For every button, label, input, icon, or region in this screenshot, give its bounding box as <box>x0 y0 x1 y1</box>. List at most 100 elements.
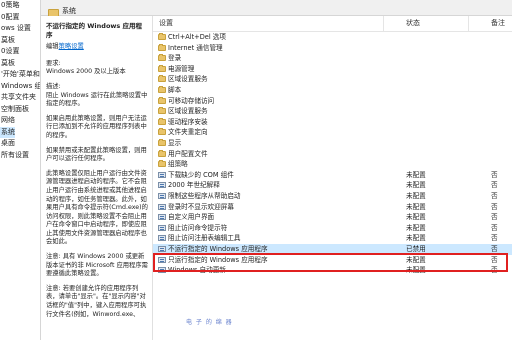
tree-item[interactable]: 网络 <box>0 115 15 126</box>
navigation-tree: 0策略 0配置 ows 设置 莫板 0设置 莫板 '开始'菜单和 Windows 组共享文件夹… <box>0 0 41 340</box>
table-row[interactable]: 限制这些程序从帮助启动 未配置 否 <box>153 191 512 202</box>
table-row[interactable]: 区域设置服务 <box>153 74 512 85</box>
description-label: 描述: <box>46 82 61 90</box>
table-row[interactable]: 不运行指定的 Windows 应用程序 已禁用 否 <box>153 244 512 255</box>
table-row[interactable]: Windows 自动更新 未配置 否 <box>153 265 512 276</box>
tree-item[interactable]: 共享文件夹 <box>0 92 36 103</box>
folder-icon <box>158 33 166 40</box>
note-2: 注意: 具有 Windows 2000 或更新版本证书的非 Microsoft … <box>46 253 148 278</box>
setting-state: 未配置 <box>406 192 426 200</box>
policy-icon <box>158 203 166 210</box>
tree-item[interactable]: 0设置 <box>0 46 19 57</box>
tree-item[interactable]: Windows 组 <box>0 81 40 92</box>
setting-name: Internet 通信管理 <box>168 43 223 52</box>
column-comment[interactable]: 备注 <box>491 19 505 28</box>
tree-item[interactable]: 0策略 <box>0 0 19 11</box>
table-row[interactable]: 可移动存储访问 <box>153 96 512 107</box>
tree-item[interactable]: '开始'菜单和 <box>0 69 40 80</box>
list-header: 设置 状态 备注 <box>153 16 512 32</box>
setting-state: 已禁用 <box>406 245 426 253</box>
policy-icon <box>158 182 166 189</box>
table-row[interactable]: 登录 <box>153 53 512 64</box>
setting-comment: 否 <box>491 181 498 190</box>
setting-name: 区域设置服务 <box>168 75 208 84</box>
setting-name: 自定义用户界面 <box>168 213 215 222</box>
column-state[interactable]: 状态 <box>406 19 420 28</box>
setting-state: 未配置 <box>406 213 426 222</box>
policy-icon <box>158 267 166 274</box>
tree-item[interactable]: 系统 <box>0 126 15 138</box>
table-row[interactable]: 区域设置服务 <box>153 106 512 117</box>
note-3: 注意: 若要创建允许的应用程序列表，请单击"显示"。在"显示内容"对话框的"值"… <box>46 284 147 318</box>
policy-icon <box>158 224 166 231</box>
setting-name: 限制这些程序从帮助启动 <box>168 192 241 200</box>
policy-icon <box>158 214 166 221</box>
description-block: 描述: 阻止 Windows 运行在此策略设置中指定的程序。 <box>46 83 148 109</box>
table-row[interactable]: 阻止访问命令提示符 未配置 否 <box>153 223 512 234</box>
setting-comment: 否 <box>491 234 498 243</box>
table-row[interactable]: 2000 年世纪解释 未配置 否 <box>153 180 512 191</box>
setting-name: 登录 <box>168 54 182 63</box>
setting-name: 2000 年世纪解释 <box>168 181 220 190</box>
column-setting[interactable]: 设置 <box>159 19 173 28</box>
tree-item[interactable]: 莫板 <box>0 35 15 46</box>
tab-system[interactable]: 系统 <box>62 7 76 16</box>
table-row[interactable]: 自定义用户界面 未配置 否 <box>153 212 512 223</box>
watermark: 电 子 的 绵 器 <box>186 319 233 326</box>
table-row[interactable]: 脚本 <box>153 85 512 96</box>
setting-comment: 否 <box>491 266 498 275</box>
folder-icon <box>158 54 166 62</box>
folder-icon <box>158 43 166 51</box>
table-row[interactable]: 登录时不显示欢迎屏幕 未配置 否 <box>153 202 512 213</box>
setting-name: 下载缺少的 COM 组件 <box>168 170 234 179</box>
policy-title: 不运行指定的 Windows 应用程序 <box>46 22 143 39</box>
note-1: 此策略设置仅阻止用户运行由文件资源管理器进程启动的程序。它不会阻止用户运行由系统… <box>46 169 148 246</box>
edit-policy-link[interactable]: 策略设置 <box>59 43 84 50</box>
setting-name: 可移动存储访问 <box>168 96 215 105</box>
setting-name: 显示 <box>168 139 182 147</box>
column-divider[interactable] <box>383 16 384 31</box>
table-row[interactable]: Internet 通信管理 <box>153 43 512 54</box>
requirement-block: 要求: Windows 2000 及以上版本 <box>46 60 148 77</box>
folder-icon <box>158 160 166 168</box>
table-row[interactable]: 文件夹重定向 <box>153 127 512 138</box>
folder-icon <box>158 86 166 93</box>
policy-icon <box>158 193 166 199</box>
setting-name: 登录时不显示欢迎屏幕 <box>168 202 234 211</box>
policy-icon <box>158 171 166 178</box>
setting-state: 未配置 <box>406 170 426 179</box>
requirement-value: Windows 2000 及以上版本 <box>46 68 126 76</box>
setting-comment: 否 <box>491 255 498 264</box>
table-row[interactable]: 显示 <box>153 138 512 149</box>
column-divider[interactable] <box>468 16 469 31</box>
setting-name: 只运行指定的 Windows 应用程序 <box>168 255 268 264</box>
setting-state: 未配置 <box>406 266 426 275</box>
policy-icon <box>158 235 166 242</box>
table-row[interactable]: Ctrl+Alt+Del 选项 <box>153 32 512 43</box>
tree-item[interactable]: 莫板 <box>0 58 15 69</box>
table-row[interactable]: 电源管理 <box>153 64 512 75</box>
setting-name: 阻止访问注册表编辑工具 <box>168 234 241 243</box>
policy-icon <box>158 256 166 263</box>
tree-item[interactable]: 0配置 <box>0 12 19 23</box>
table-row[interactable]: 组策略 <box>153 159 512 170</box>
setting-name: 脚本 <box>168 86 182 94</box>
folder-icon <box>158 107 166 115</box>
table-row[interactable]: 用户配置文件 <box>153 149 512 160</box>
setting-name: 组策略 <box>168 160 188 169</box>
table-row[interactable]: 下载缺少的 COM 组件 未配置 否 <box>153 170 512 181</box>
setting-name: 不运行指定的 Windows 应用程序 <box>168 245 268 253</box>
tree-item[interactable]: 空制面板 <box>0 104 29 115</box>
table-row[interactable]: 阻止访问注册表编辑工具 未配置 否 <box>153 233 512 244</box>
table-row[interactable]: 只运行指定的 Windows 应用程序 未配置 否 <box>153 255 512 266</box>
policy-icon <box>158 246 166 252</box>
tree-item[interactable]: 桌面 <box>0 138 15 149</box>
setting-state: 未配置 <box>406 181 426 190</box>
tree-item[interactable]: 所有设置 <box>0 150 29 161</box>
table-row[interactable]: 驱动程序安装 <box>153 117 512 128</box>
folder-icon <box>158 149 166 157</box>
tree-item[interactable]: ows 设置 <box>0 23 31 34</box>
setting-name: 阻止访问命令提示符 <box>168 223 228 232</box>
setting-comment: 否 <box>491 223 498 232</box>
setting-comment: 否 <box>491 245 498 253</box>
